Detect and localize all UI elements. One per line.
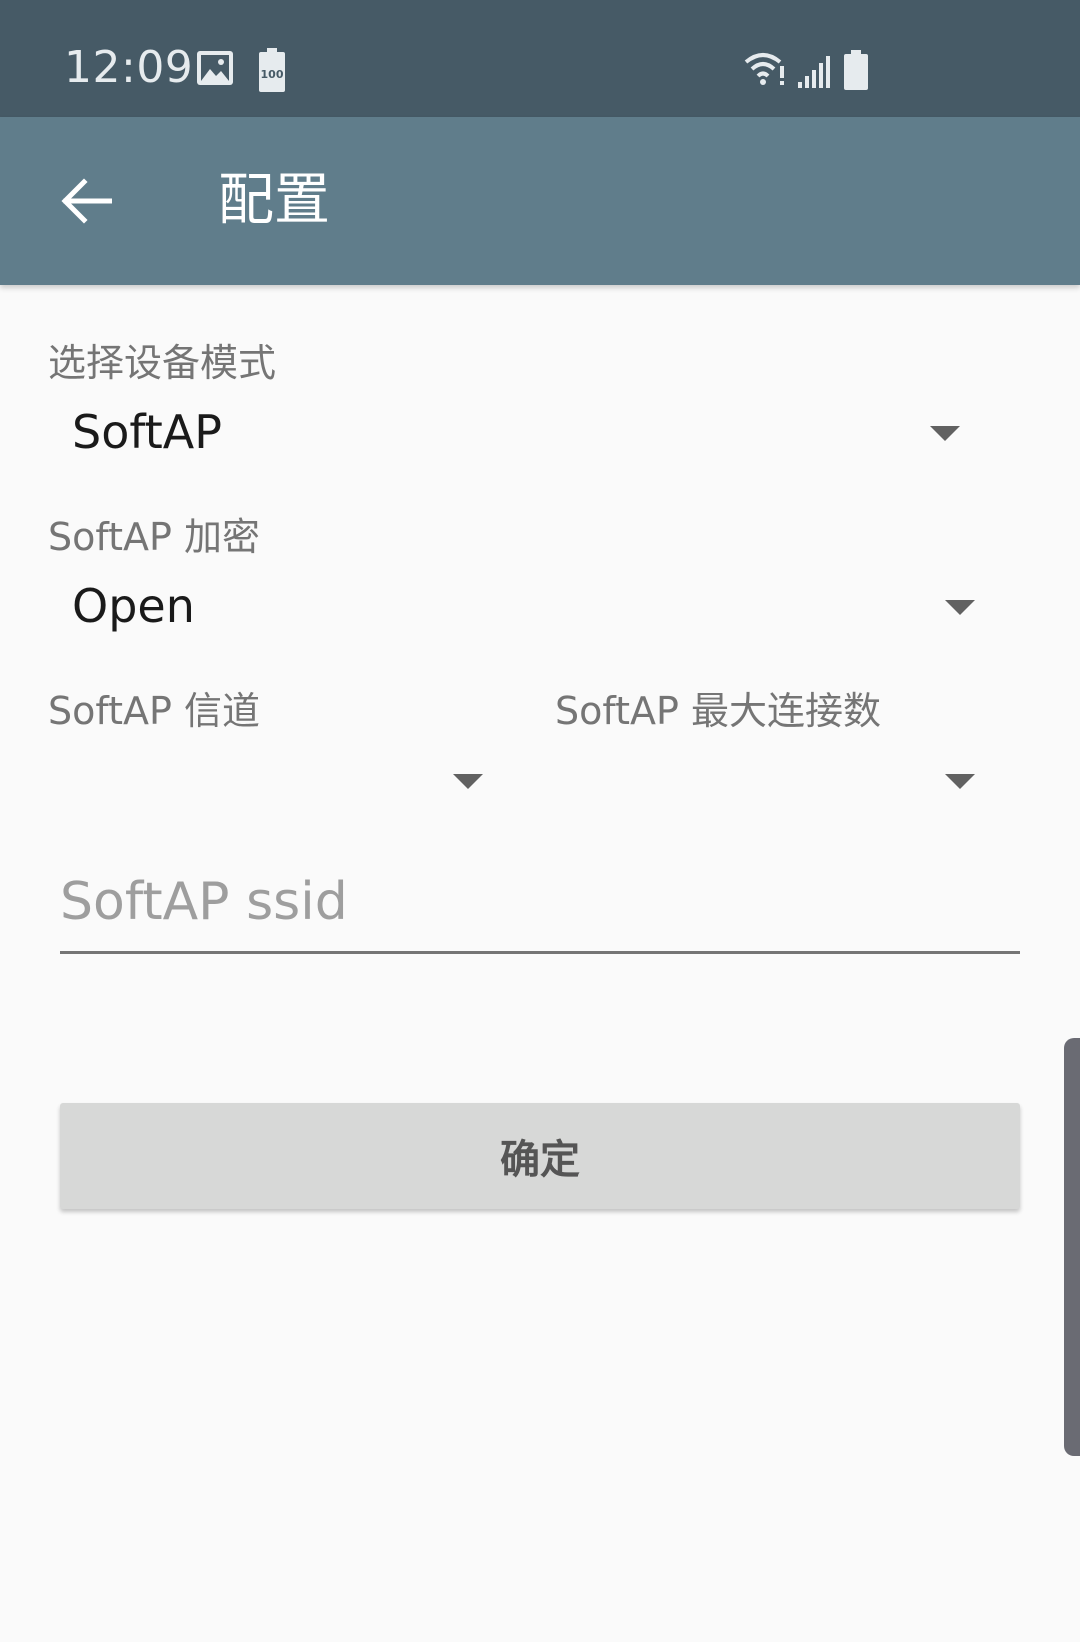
confirm-button[interactable]: 确定 xyxy=(60,1103,1020,1209)
battery-saver-icon: 100 xyxy=(259,48,285,92)
image-icon xyxy=(197,51,233,85)
battery-icon xyxy=(844,50,868,90)
device-mode-value: SoftAP xyxy=(72,405,222,459)
softap-max-connections-spinner[interactable] xyxy=(555,740,985,820)
signal-icon xyxy=(798,56,830,88)
dropdown-arrow-icon xyxy=(945,600,975,615)
app-bar: 配置 xyxy=(0,117,1080,285)
battery-saver-level: 100 xyxy=(261,68,284,81)
softap-max-connections-label: SoftAP 最大连接数 xyxy=(555,689,881,733)
softap-encryption-label: SoftAP 加密 xyxy=(48,515,260,559)
softap-ssid-input[interactable] xyxy=(60,862,1020,954)
wifi-icon xyxy=(744,53,784,85)
softap-encryption-spinner[interactable]: Open xyxy=(48,566,985,646)
dropdown-arrow-icon xyxy=(930,426,960,441)
page-title: 配置 xyxy=(218,168,330,233)
device-mode-label: 选择设备模式 xyxy=(48,341,277,385)
softap-channel-label: SoftAP 信道 xyxy=(48,689,260,733)
arrow-back-icon xyxy=(61,178,112,224)
dropdown-arrow-icon xyxy=(945,774,975,789)
device-mode-spinner[interactable]: SoftAP xyxy=(48,392,970,472)
back-button[interactable] xyxy=(48,163,124,239)
softap-channel-spinner[interactable] xyxy=(48,740,493,820)
dropdown-arrow-icon xyxy=(453,774,483,789)
edge-panel-handle[interactable] xyxy=(1064,1038,1080,1456)
status-bar: 12:09 100 xyxy=(0,0,1080,117)
softap-encryption-value: Open xyxy=(72,579,195,633)
status-time: 12:09 xyxy=(64,42,194,93)
